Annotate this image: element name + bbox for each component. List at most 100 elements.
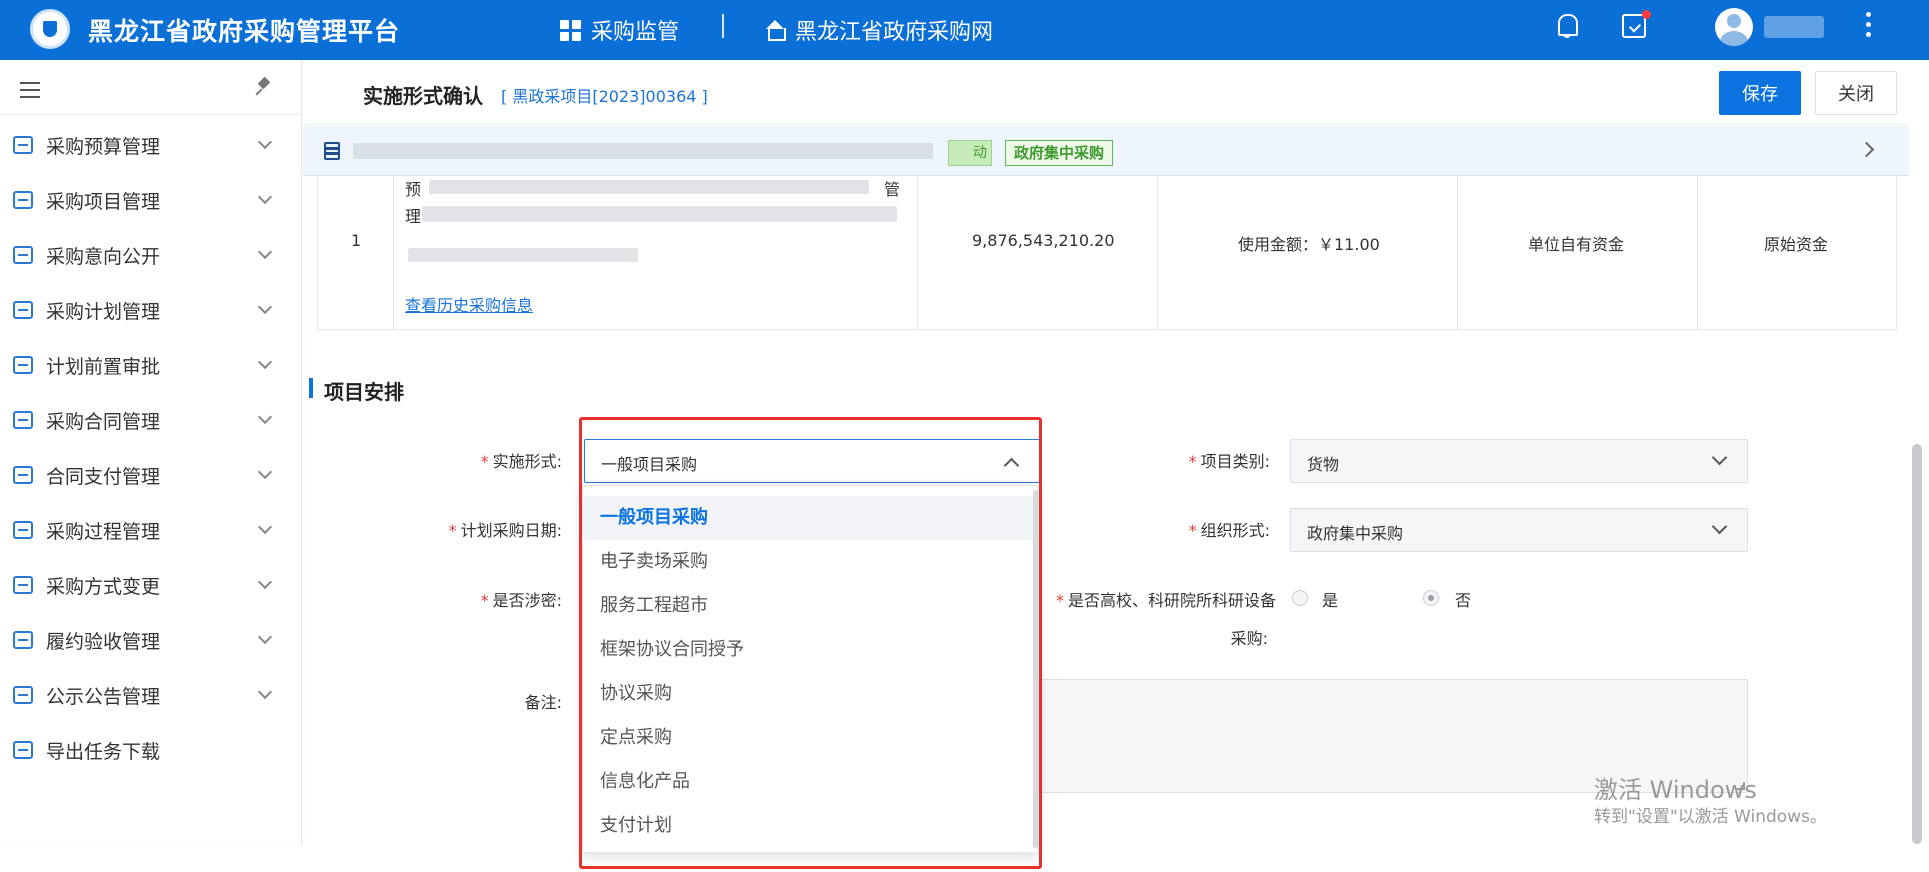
sidebar-item[interactable]: 采购项目管理 bbox=[0, 180, 301, 220]
notification-dot bbox=[1642, 10, 1651, 19]
chevron-right-icon[interactable] bbox=[1858, 141, 1875, 158]
pin-icon[interactable] bbox=[256, 78, 272, 96]
close-button[interactable]: 关闭 bbox=[1815, 71, 1897, 115]
nav-label: 采购监管 bbox=[591, 20, 680, 45]
menu-item-icon bbox=[13, 191, 33, 209]
sidebar-item[interactable]: 导出任务下载 bbox=[0, 730, 301, 770]
redacted-project-name bbox=[353, 143, 933, 159]
org-form-value: 政府集中采购 bbox=[1307, 524, 1404, 543]
dropdown-option[interactable]: 协议采购 bbox=[583, 672, 1033, 716]
fund-source-cell: 单位自有资金 bbox=[1458, 176, 1698, 330]
procurement-type-tag: 政府集中采购 bbox=[1005, 140, 1114, 166]
chevron-down-icon bbox=[257, 189, 273, 205]
section-title: 项目安排 bbox=[324, 380, 404, 404]
fund-source-value: 单位自有资金 bbox=[1528, 235, 1625, 254]
sidebar-header bbox=[0, 60, 301, 115]
sidebar-item-label: 采购项目管理 bbox=[46, 190, 161, 213]
sidebar-item[interactable]: 采购意向公开 bbox=[0, 235, 301, 275]
section-accent bbox=[309, 378, 313, 398]
sidebar-item[interactable]: 采购合同管理 bbox=[0, 400, 301, 440]
amount-value: 9,876,543,210.20 bbox=[972, 231, 1115, 250]
dashboard-icon bbox=[560, 19, 581, 41]
sidebar-item-label: 采购过程管理 bbox=[46, 520, 161, 543]
bell-icon[interactable] bbox=[1555, 12, 1579, 40]
windows-watermark: 激活 Windows bbox=[1594, 776, 1757, 804]
sidebar-item[interactable]: 采购过程管理 bbox=[0, 510, 301, 550]
sidebar-item-label: 合同支付管理 bbox=[46, 465, 161, 488]
fund-type-cell: 原始资金 bbox=[1698, 176, 1896, 330]
dropdown-scrollbar[interactable] bbox=[1033, 490, 1038, 848]
org-form-label: * 组织形式: bbox=[1188, 521, 1270, 540]
page-scrollbar[interactable] bbox=[1912, 444, 1922, 844]
secret-label: * 是否涉密: bbox=[480, 591, 562, 610]
chevron-down-icon bbox=[257, 244, 273, 260]
dropdown-option[interactable]: 一般项目采购 bbox=[583, 496, 1033, 540]
redacted-text bbox=[422, 206, 897, 222]
remark-label: 备注: bbox=[524, 693, 562, 712]
more-vertical-icon[interactable] bbox=[1866, 12, 1872, 42]
dropdown-option[interactable]: 电子卖场采购 bbox=[583, 540, 1033, 584]
project-info-strip: 动 政府集中采购 bbox=[303, 126, 1909, 176]
dropdown-option[interactable]: 框架协议合同授予 bbox=[583, 628, 1033, 672]
menu-item-icon bbox=[13, 411, 33, 429]
menu-item-icon bbox=[13, 686, 33, 704]
menu-item-icon bbox=[13, 521, 33, 539]
nav-label: 黑龙江省政府采购网 bbox=[795, 20, 994, 45]
menu-item-icon bbox=[13, 466, 33, 484]
dropdown-option[interactable]: 支付计划 bbox=[583, 804, 1033, 848]
table-row: 1 bbox=[318, 176, 394, 330]
amount-cell: 9,876,543,210.20 bbox=[918, 176, 1158, 330]
dropdown-option[interactable]: 服务工程超市 bbox=[583, 584, 1033, 628]
chevron-down-icon bbox=[257, 464, 273, 480]
chevron-down-icon bbox=[257, 519, 273, 535]
dropdown-option[interactable]: 定点采购 bbox=[583, 716, 1033, 760]
menu-item-icon bbox=[13, 576, 33, 594]
budget-table: 1 预 管 理 查看历史采购信息 9,876,543,210.20 使用金额：￥… bbox=[317, 176, 1897, 330]
dropdown-option[interactable]: 信息化产品 bbox=[583, 760, 1033, 804]
user-name-blurred[interactable] bbox=[1764, 16, 1824, 38]
menu-item-icon bbox=[13, 631, 33, 649]
chevron-down-icon bbox=[257, 299, 273, 315]
windows-watermark-sub: 转到"设置"以激活 Windows。 bbox=[1594, 807, 1827, 827]
impl-form-value: 一般项目采购 bbox=[601, 455, 698, 474]
research-yes-radio[interactable] bbox=[1292, 590, 1308, 606]
text-fragment: 预 bbox=[405, 180, 422, 199]
research-no-radio[interactable] bbox=[1423, 590, 1439, 606]
sidebar-item[interactable]: 履约验收管理 bbox=[0, 620, 301, 660]
chevron-down-icon bbox=[257, 354, 273, 370]
sidebar-item[interactable]: 公示公告管理 bbox=[0, 675, 301, 715]
fund-type-value: 原始资金 bbox=[1764, 235, 1829, 254]
sidebar bbox=[0, 60, 302, 845]
home-icon bbox=[765, 20, 786, 41]
chevron-up-icon bbox=[1003, 457, 1020, 474]
emblem-logo bbox=[30, 9, 70, 49]
redacted-text bbox=[408, 248, 638, 262]
impl-form-label: * 实施形式: bbox=[480, 452, 562, 471]
sidebar-item[interactable]: 计划前置审批 bbox=[0, 345, 301, 385]
page-header: 实施形式确认 [ 黑政采项目[2023]00364 ] 保存 关闭 bbox=[303, 60, 1909, 125]
category-label: * 项目类别: bbox=[1188, 452, 1270, 471]
used-amount-value: 使用金额：￥11.00 bbox=[1238, 235, 1380, 254]
org-form-select[interactable]: 政府集中采购 bbox=[1290, 508, 1748, 552]
menu-toggle-icon[interactable] bbox=[20, 82, 40, 103]
sidebar-item[interactable]: 采购计划管理 bbox=[0, 290, 301, 330]
nav-procurement-website[interactable]: 黑龙江省政府采购网 bbox=[765, 14, 993, 46]
sidebar-item-label: 公示公告管理 bbox=[46, 685, 161, 708]
category-select[interactable]: 货物 bbox=[1290, 439, 1748, 483]
research-label-cont: 采购: bbox=[1230, 629, 1268, 648]
view-history-link[interactable]: 查看历史采购信息 bbox=[405, 292, 533, 316]
app-title: 黑龙江省政府采购管理平台 bbox=[88, 17, 401, 46]
save-button[interactable]: 保存 bbox=[1719, 71, 1801, 115]
sidebar-item-label: 计划前置审批 bbox=[46, 355, 161, 378]
nav-procurement-supervision[interactable]: 采购监管 bbox=[560, 14, 679, 46]
sidebar-item[interactable]: 合同支付管理 bbox=[0, 455, 301, 495]
row-index: 1 bbox=[351, 231, 362, 250]
sidebar-item-label: 采购计划管理 bbox=[46, 300, 161, 323]
impl-form-select[interactable]: 一般项目采购 bbox=[584, 439, 1040, 483]
user-avatar[interactable] bbox=[1715, 8, 1753, 46]
sidebar-item[interactable]: 采购方式变更 bbox=[0, 565, 301, 605]
menu-item-icon bbox=[13, 136, 33, 154]
sidebar-item[interactable]: 采购预算管理 bbox=[0, 125, 301, 165]
menu-item-icon bbox=[13, 356, 33, 374]
nav-divider bbox=[722, 14, 724, 38]
